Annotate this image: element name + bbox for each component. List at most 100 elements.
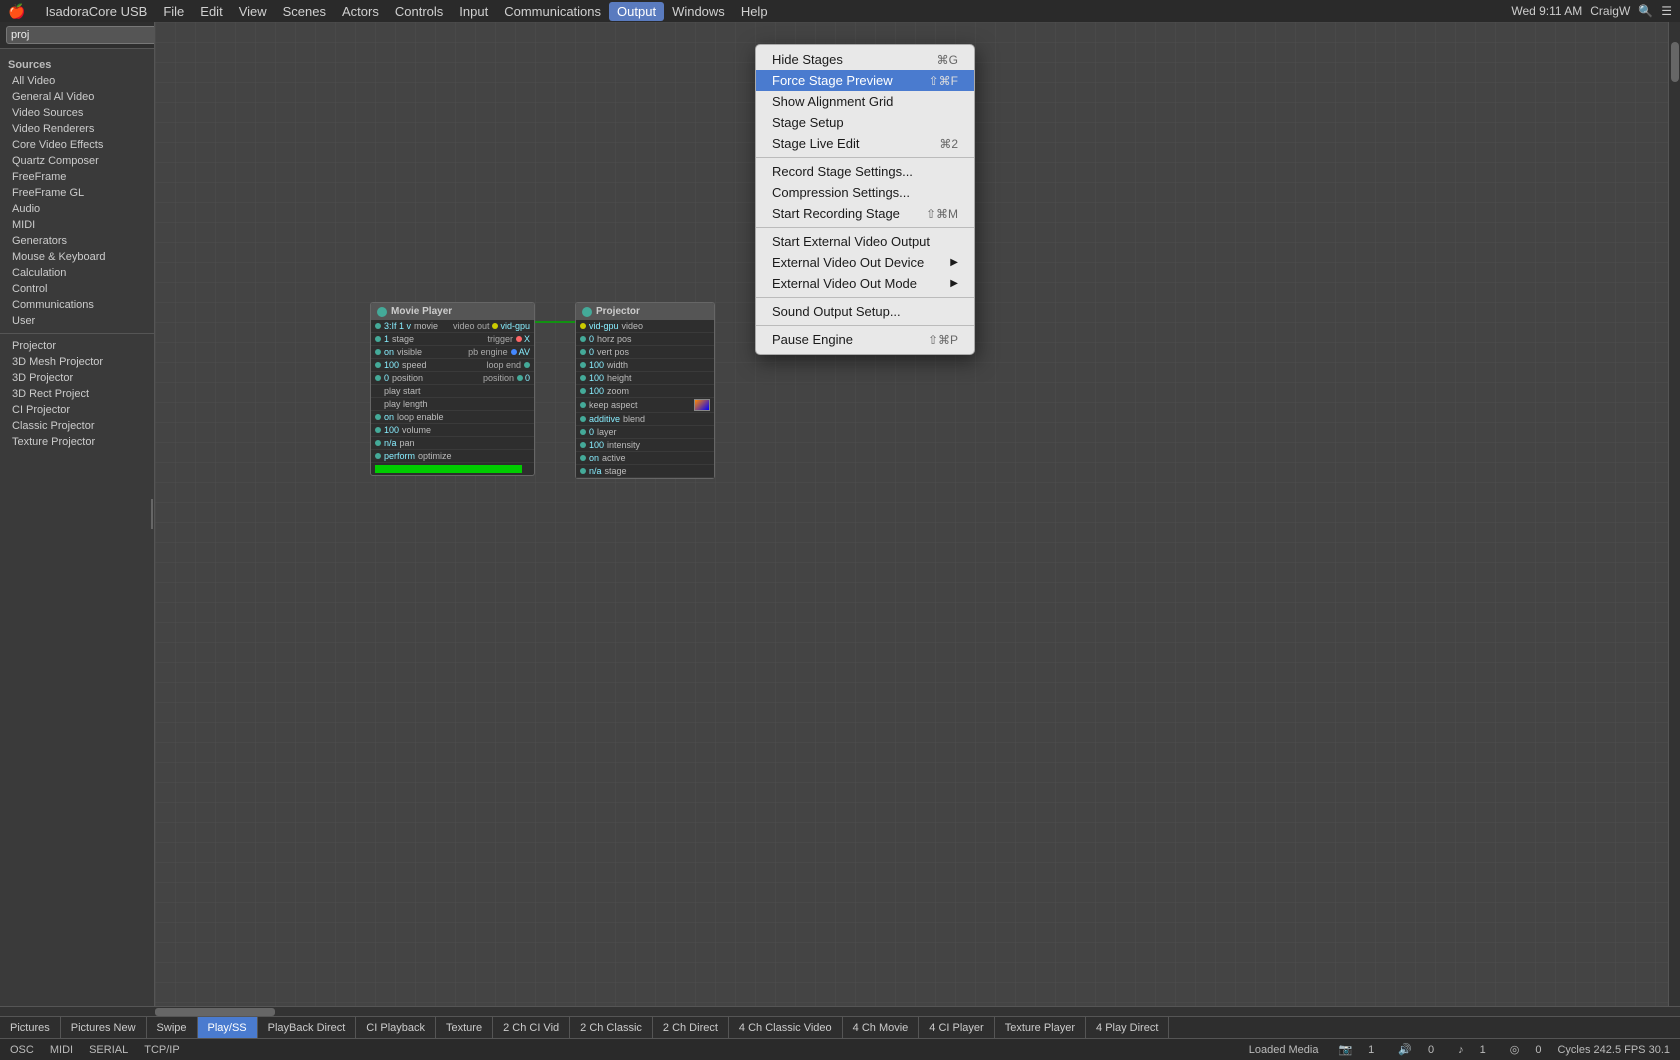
- sidebar-item-classic-projector[interactable]: Classic Projector: [0, 418, 154, 434]
- menu-start-recording-stage[interactable]: Start Recording Stage ⇧⌘M: [756, 203, 974, 224]
- tab-ci-playback[interactable]: CI Playback: [356, 1017, 436, 1038]
- menu-label: Sound Output Setup...: [772, 304, 901, 319]
- tab-swipe[interactable]: Swipe: [147, 1017, 198, 1038]
- out-name: position: [453, 373, 514, 383]
- tab-2ch-ci-vid[interactable]: 2 Ch CI Vid: [493, 1017, 570, 1038]
- in-port: [580, 388, 586, 394]
- sidebar-item-communications[interactable]: Communications: [0, 297, 154, 313]
- menu-record-stage-settings[interactable]: Record Stage Settings...: [756, 161, 974, 182]
- sidebar-item-texture-projector[interactable]: Texture Projector: [0, 434, 154, 450]
- in-port-empty: [375, 401, 381, 407]
- in-port: [580, 429, 586, 435]
- tab-4-play-direct[interactable]: 4 Play Direct: [1086, 1017, 1169, 1038]
- sidebar-item-midi[interactable]: MIDI: [0, 217, 154, 233]
- sidebar-item-freeframe[interactable]: FreeFrame: [0, 169, 154, 185]
- menu-actors[interactable]: Actors: [334, 2, 387, 21]
- menu-file[interactable]: File: [155, 2, 192, 21]
- menu-label: Show Alignment Grid: [772, 94, 893, 109]
- movie-player-node[interactable]: Movie Player 3:If 1 v movie video out vi…: [370, 302, 535, 476]
- hscroll-thumb[interactable]: [155, 1008, 275, 1016]
- sidebar-item-calculation[interactable]: Calculation: [0, 265, 154, 281]
- menu-isadora[interactable]: IsadoraCore USB: [37, 2, 155, 21]
- right-scrollbar[interactable]: [1668, 22, 1680, 1006]
- menu-view[interactable]: View: [231, 2, 275, 21]
- menu-extras-icon[interactable]: ☰: [1661, 4, 1672, 18]
- sidebar-item-mouse-keyboard[interactable]: Mouse & Keyboard: [0, 249, 154, 265]
- sidebar-item-all-video[interactable]: All Video: [0, 73, 154, 89]
- canvas-area[interactable]: Movie Player 3:If 1 v movie video out vi…: [155, 22, 1668, 1006]
- in-port: [580, 323, 586, 329]
- sidebar-resize-handle[interactable]: [148, 499, 155, 529]
- search-icon[interactable]: 🔍: [1638, 4, 1653, 18]
- sidebar-item-generators[interactable]: Generators: [0, 233, 154, 249]
- port-val: 0: [589, 347, 594, 357]
- menu-compression-settings[interactable]: Compression Settings...: [756, 182, 974, 203]
- sidebar-item-general-al-video[interactable]: General Al Video: [0, 89, 154, 105]
- menu-start-external-video[interactable]: Start External Video Output: [756, 231, 974, 252]
- scroll-thumb[interactable]: [1671, 42, 1679, 82]
- menu-hide-stages[interactable]: Hide Stages ⌘G: [756, 49, 974, 70]
- horizontal-scrollbar[interactable]: [0, 1006, 1680, 1016]
- tab-4ci-player[interactable]: 4 CI Player: [919, 1017, 994, 1038]
- sidebar-item-quartz-composer[interactable]: Quartz Composer: [0, 153, 154, 169]
- movie-progress-bar: [375, 465, 522, 473]
- in-port: [580, 468, 586, 474]
- port-name: blend: [623, 414, 710, 424]
- menu-edit[interactable]: Edit: [192, 2, 230, 21]
- menu-stage-setup[interactable]: Stage Setup: [756, 112, 974, 133]
- menu-help[interactable]: Help: [733, 2, 776, 21]
- sidebar-item-user[interactable]: User: [0, 313, 154, 329]
- in-port: [375, 349, 381, 355]
- projector-node[interactable]: Projector vid-gpu video 0 horz pos 0 ver…: [575, 302, 715, 479]
- sidebar-item-video-renderers[interactable]: Video Renderers: [0, 121, 154, 137]
- tab-pictures-new[interactable]: Pictures New: [61, 1017, 147, 1038]
- tab-texture[interactable]: Texture: [436, 1017, 493, 1038]
- tab-2ch-classic[interactable]: 2 Ch Classic: [570, 1017, 653, 1038]
- node-row: 100 intensity: [576, 439, 714, 452]
- menu-scenes[interactable]: Scenes: [275, 2, 334, 21]
- search-input[interactable]: [6, 26, 155, 44]
- menu-windows[interactable]: Windows: [664, 2, 733, 21]
- tab-4ch-classic-video[interactable]: 4 Ch Classic Video: [729, 1017, 843, 1038]
- sidebar-item-freeframe-gl[interactable]: FreeFrame GL: [0, 185, 154, 201]
- sidebar-item-3d-mesh-projector[interactable]: 3D Mesh Projector: [0, 354, 154, 370]
- sidebar-item-control[interactable]: Control: [0, 281, 154, 297]
- menu-output[interactable]: Output: [609, 2, 664, 21]
- out-port: [517, 375, 523, 381]
- menu-communications[interactable]: Communications: [496, 2, 609, 21]
- sidebar-item-audio[interactable]: Audio: [0, 201, 154, 217]
- tab-texture-player[interactable]: Texture Player: [995, 1017, 1086, 1038]
- sidebar-section-sources: Sources: [0, 57, 154, 73]
- apple-menu[interactable]: 🍎: [8, 3, 25, 20]
- menu-show-alignment-grid[interactable]: Show Alignment Grid: [756, 91, 974, 112]
- sidebar: ✕ 📷 Sources All Video General Al Video V…: [0, 22, 155, 1006]
- tab-4ch-movie[interactable]: 4 Ch Movie: [843, 1017, 920, 1038]
- shortcut: ⇧⌘F: [929, 74, 958, 88]
- menu-pause-engine[interactable]: Pause Engine ⇧⌘P: [756, 329, 974, 350]
- tab-pictures[interactable]: Pictures: [0, 1017, 61, 1038]
- sidebar-item-3d-projector[interactable]: 3D Projector: [0, 370, 154, 386]
- sidebar-item-projector[interactable]: Projector: [0, 338, 154, 354]
- output-menu: Hide Stages ⌘G Force Stage Preview ⇧⌘F S…: [755, 44, 975, 355]
- menu-label: Record Stage Settings...: [772, 164, 913, 179]
- projector-title: Projector: [596, 306, 640, 317]
- menu-sound-output-setup[interactable]: Sound Output Setup...: [756, 301, 974, 322]
- port-val: 0: [589, 427, 594, 437]
- tab-playback-direct[interactable]: PlayBack Direct: [258, 1017, 357, 1038]
- menu-controls[interactable]: Controls: [387, 2, 451, 21]
- menu-input[interactable]: Input: [451, 2, 496, 21]
- out-name: trigger: [453, 334, 513, 344]
- tab-2ch-direct[interactable]: 2 Ch Direct: [653, 1017, 729, 1038]
- tab-play-ss[interactable]: Play/SS: [198, 1017, 258, 1038]
- sidebar-item-core-video-effects[interactable]: Core Video Effects: [0, 137, 154, 153]
- port-name: position: [392, 373, 453, 383]
- sidebar-item-3d-rect-project[interactable]: 3D Rect Project: [0, 386, 154, 402]
- node-row: 3:If 1 v movie video out vid-gpu: [371, 320, 534, 333]
- menu-stage-live-edit[interactable]: Stage Live Edit ⌘2: [756, 133, 974, 154]
- sidebar-item-ci-projector[interactable]: CI Projector: [0, 402, 154, 418]
- menu-force-stage-preview[interactable]: Force Stage Preview ⇧⌘F: [756, 70, 974, 91]
- main-area: ✕ 📷 Sources All Video General Al Video V…: [0, 22, 1680, 1006]
- menu-external-video-out-mode[interactable]: External Video Out Mode ▶: [756, 273, 974, 294]
- menu-external-video-out-device[interactable]: External Video Out Device ▶: [756, 252, 974, 273]
- sidebar-item-video-sources[interactable]: Video Sources: [0, 105, 154, 121]
